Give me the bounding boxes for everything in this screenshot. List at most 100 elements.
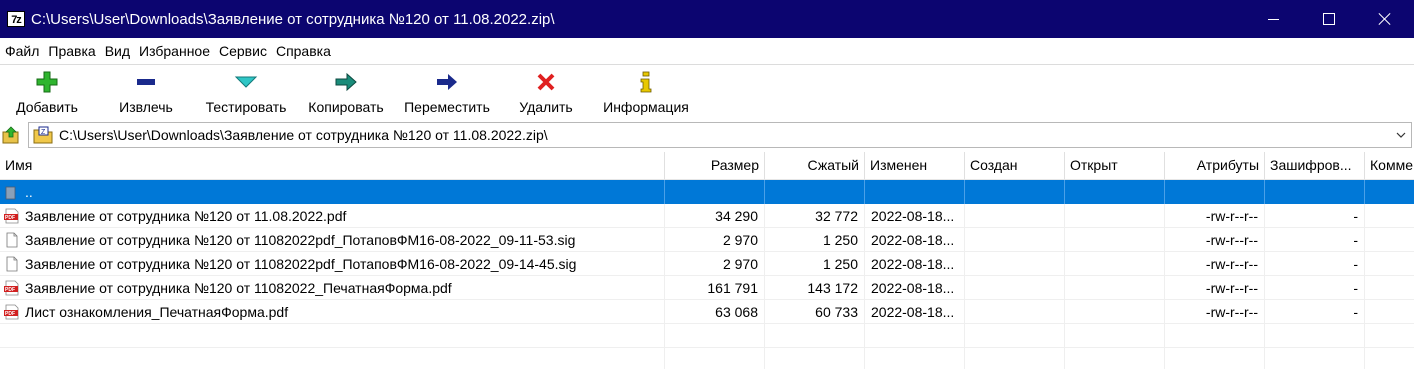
menu-view[interactable]: Вид — [101, 43, 134, 59]
menu-favorites[interactable]: Избранное — [135, 43, 214, 59]
modified-cell: 2022-08-18... — [865, 276, 965, 300]
comment-cell — [1365, 204, 1414, 228]
attributes-cell: -rw-r--r-- — [1165, 228, 1265, 252]
maximize-icon — [1323, 13, 1335, 25]
comment-cell — [1365, 276, 1414, 300]
column-header-modified[interactable]: Изменен — [865, 152, 965, 179]
table-row[interactable]: PDF Лист ознакомления_ПечатнаяФорма.pdf … — [0, 300, 1414, 324]
accessed-cell — [1065, 276, 1165, 300]
column-header-comment[interactable]: Комме — [1365, 152, 1414, 179]
column-header-created[interactable]: Создан — [965, 152, 1065, 179]
title-bar: 7z C:\Users\User\Downloads\Заявление от … — [0, 0, 1414, 38]
created-cell — [965, 180, 1065, 204]
add-button[interactable]: Добавить — [13, 65, 81, 121]
delete-button[interactable]: Удалить — [516, 65, 576, 121]
encrypted-cell: - — [1265, 204, 1365, 228]
plus-icon — [36, 71, 58, 93]
add-label: Добавить — [16, 99, 78, 115]
svg-text:PDF: PDF — [5, 311, 15, 317]
column-header-name[interactable]: Имя — [0, 152, 665, 179]
extract-button[interactable]: Извлечь — [113, 65, 179, 121]
encrypted-cell — [1265, 180, 1365, 204]
file-name: Лист ознакомления_ПечатнаяФорма.pdf — [25, 304, 289, 320]
folder-up-icon[interactable] — [2, 126, 20, 144]
move-label: Переместить — [404, 99, 490, 115]
encrypted-cell: - — [1265, 300, 1365, 324]
table-row[interactable]: Заявление от сотрудника №120 от 11082022… — [0, 228, 1414, 252]
close-button[interactable] — [1362, 0, 1408, 38]
name-cell: Заявление от сотрудника №120 от 11082022… — [0, 228, 665, 252]
menu-help[interactable]: Справка — [272, 43, 335, 59]
packed-cell: 1 250 — [765, 228, 865, 252]
test-button[interactable]: Тестировать — [202, 65, 290, 121]
column-header-size[interactable]: Размер — [665, 152, 765, 179]
modified-cell — [865, 180, 965, 204]
file-list: Имя Размер Сжатый Изменен Создан Открыт … — [0, 152, 1414, 369]
7zip-app-icon[interactable]: 7z — [7, 11, 25, 27]
delete-icon — [537, 73, 555, 91]
created-cell — [965, 204, 1065, 228]
modified-cell: 2022-08-18... — [865, 300, 965, 324]
pdf-file-icon: PDF — [4, 280, 19, 296]
address-path: C:\Users\User\Downloads\Заявление от сот… — [59, 127, 548, 143]
size-cell: 161 791 — [665, 276, 765, 300]
move-button[interactable]: Переместить — [401, 65, 493, 121]
file-name: Заявление от сотрудника №120 от 11082022… — [25, 280, 452, 296]
encrypted-cell: - — [1265, 276, 1365, 300]
table-row[interactable]: Заявление от сотрудника №120 от 11082022… — [0, 252, 1414, 276]
created-cell — [965, 300, 1065, 324]
table-row[interactable]: .. — [0, 180, 1414, 204]
encrypted-cell: - — [1265, 252, 1365, 276]
address-row: Z C:\Users\User\Downloads\Заявление от с… — [0, 121, 1414, 150]
close-icon — [1378, 12, 1392, 26]
copy-button[interactable]: Копировать — [303, 65, 389, 121]
packed-cell: 1 250 — [765, 252, 865, 276]
size-cell: 34 290 — [665, 204, 765, 228]
table-row[interactable]: PDF Заявление от сотрудника №120 от 1108… — [0, 276, 1414, 300]
attributes-cell: -rw-r--r-- — [1165, 252, 1265, 276]
menu-file[interactable]: Файл — [1, 43, 43, 59]
pdf-file-icon: PDF — [4, 304, 19, 320]
accessed-cell — [1065, 204, 1165, 228]
file-name: Заявление от сотрудника №120 от 11082022… — [25, 232, 576, 248]
maximize-button[interactable] — [1306, 0, 1352, 38]
comment-cell — [1365, 252, 1414, 276]
name-cell: PDF Лист ознакомления_ПечатнаяФорма.pdf — [0, 300, 665, 324]
accessed-cell — [1065, 228, 1165, 252]
menu-tools[interactable]: Сервис — [215, 43, 271, 59]
column-header-attributes[interactable]: Атрибуты — [1165, 152, 1265, 179]
encrypted-cell: - — [1265, 228, 1365, 252]
svg-text:Z: Z — [41, 129, 46, 136]
table-row[interactable]: PDF Заявление от сотрудника №120 от 11.0… — [0, 204, 1414, 228]
extract-label: Извлечь — [119, 99, 173, 115]
size-cell: 63 068 — [665, 300, 765, 324]
svg-text:PDF: PDF — [5, 215, 15, 221]
name-cell: .. — [0, 180, 665, 204]
modified-cell: 2022-08-18... — [865, 228, 965, 252]
menu-edit[interactable]: Правка — [44, 43, 99, 59]
chevron-down-icon[interactable] — [1395, 129, 1407, 141]
created-cell — [965, 276, 1065, 300]
pdf-file-icon: PDF — [4, 208, 19, 224]
file-name: Заявление от сотрудника №120 от 11082022… — [25, 256, 577, 272]
address-bar[interactable]: Z C:\Users\User\Downloads\Заявление от с… — [28, 122, 1412, 148]
column-header-accessed[interactable]: Открыт — [1065, 152, 1165, 179]
archive-folder-icon: Z — [33, 126, 53, 144]
info-label: Информация — [603, 99, 689, 115]
check-icon — [234, 76, 258, 88]
modified-cell: 2022-08-18... — [865, 252, 965, 276]
name-cell: PDF Заявление от сотрудника №120 от 11.0… — [0, 204, 665, 228]
info-button[interactable]: Информация — [600, 65, 692, 121]
delete-label: Удалить — [519, 99, 573, 115]
packed-cell: 60 733 — [765, 300, 865, 324]
size-cell — [665, 180, 765, 204]
move-arrow-icon — [437, 74, 457, 90]
packed-cell: 143 172 — [765, 276, 865, 300]
column-header-packed[interactable]: Сжатый — [765, 152, 865, 179]
column-header-encrypted[interactable]: Зашифров... — [1265, 152, 1365, 179]
minimize-button[interactable] — [1250, 0, 1296, 38]
created-cell — [965, 252, 1065, 276]
size-cell: 2 970 — [665, 252, 765, 276]
minimize-icon — [1267, 18, 1279, 20]
packed-cell — [765, 180, 865, 204]
